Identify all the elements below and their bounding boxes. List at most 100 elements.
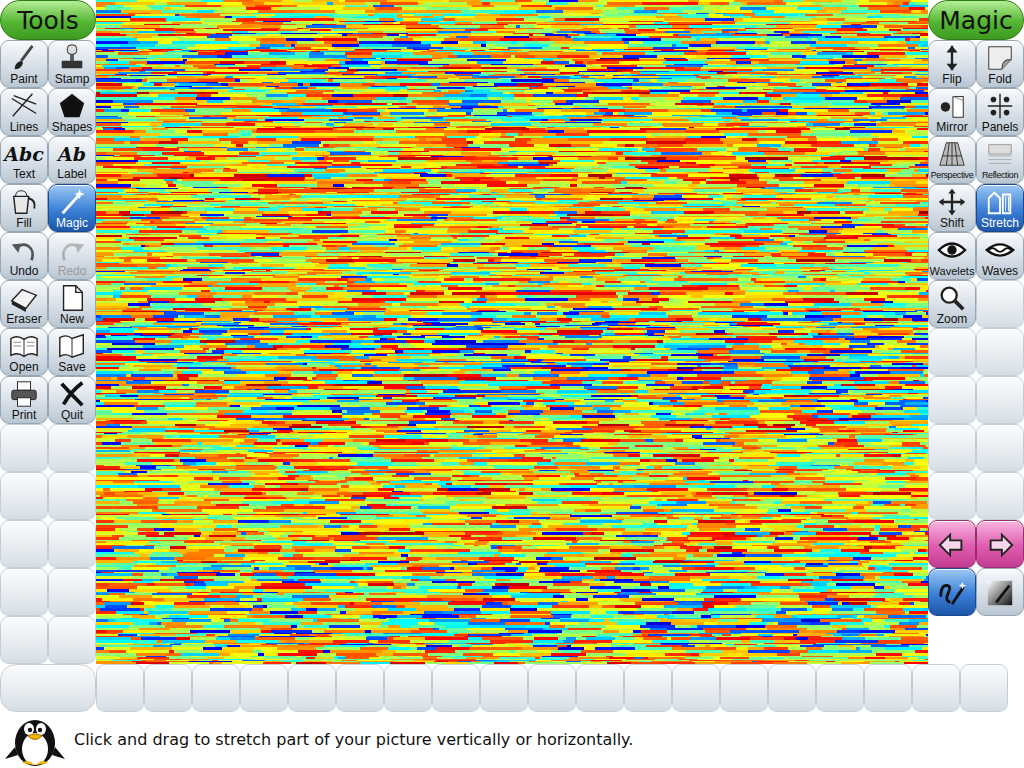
button-label: Lines <box>10 121 39 136</box>
empty-button <box>240 664 288 712</box>
tool-button[interactable]: Open <box>0 328 48 376</box>
empty-button <box>976 328 1024 376</box>
prev-page-button[interactable] <box>928 520 976 568</box>
fullscreen-mode-icon <box>984 578 1016 608</box>
empty-button <box>0 520 48 568</box>
magic-button[interactable]: Fold <box>976 40 1024 88</box>
tool-icon <box>984 91 1016 121</box>
button-label: Label <box>57 168 86 183</box>
empty-button <box>528 664 576 712</box>
tool-icon <box>936 283 968 313</box>
tool-button[interactable]: Fill <box>0 184 48 232</box>
empty-button <box>928 424 976 472</box>
glyph-text: Ab <box>58 140 86 168</box>
button-label: Wavelets <box>930 265 975 280</box>
button-label: Eraser <box>6 313 41 328</box>
tool-icon <box>936 235 968 265</box>
magic-button[interactable]: Mirror <box>928 88 976 136</box>
magic-button[interactable]: Shift <box>928 184 976 232</box>
empty-button <box>976 472 1024 520</box>
magic-button[interactable]: Panels <box>976 88 1024 136</box>
magic-button[interactable]: Stretch <box>976 184 1024 232</box>
tool-button[interactable]: Save <box>48 328 96 376</box>
tool-button[interactable]: Print <box>0 376 48 424</box>
button-label: Zoom <box>937 313 968 328</box>
button-label: Print <box>12 409 37 424</box>
empty-button <box>0 424 48 472</box>
tool-button[interactable]: AbLabel <box>48 136 96 184</box>
tool-button[interactable]: AbcText <box>0 136 48 184</box>
tool-icon <box>8 331 40 361</box>
empty-button <box>192 664 240 712</box>
button-label: New <box>60 313 84 328</box>
next-page-button[interactable] <box>976 520 1024 568</box>
tool-icon <box>56 43 88 73</box>
button-label: Undo <box>10 265 39 280</box>
magic-header: Magic <box>928 0 1024 40</box>
painting[interactable] <box>96 0 928 664</box>
tool-icon <box>984 187 1016 217</box>
tool-icon <box>8 187 40 217</box>
tools-header: Tools <box>0 0 96 40</box>
button-label: Save <box>58 361 85 376</box>
paint-mode-icon <box>936 578 968 608</box>
empty-button <box>624 664 672 712</box>
empty-button <box>48 568 96 616</box>
right-arrow-icon <box>984 530 1016 560</box>
tool-button[interactable]: Stamp <box>48 40 96 88</box>
tool-button[interactable]: New <box>48 280 96 328</box>
empty-button <box>576 664 624 712</box>
tool-button[interactable]: Lines <box>0 88 48 136</box>
empty-button <box>672 664 720 712</box>
empty-button <box>0 616 48 664</box>
tool-button[interactable]: Redo <box>48 232 96 280</box>
empty-button <box>928 376 976 424</box>
empty-button <box>0 568 48 616</box>
magic-button[interactable]: Flip <box>928 40 976 88</box>
tool-icon <box>56 187 88 217</box>
magic-button[interactable]: Perspective <box>928 136 976 184</box>
tool-icon <box>8 43 40 73</box>
tool-icon <box>8 91 40 121</box>
tool-icon <box>56 379 88 409</box>
tool-icon <box>936 91 968 121</box>
empty-button <box>816 664 864 712</box>
mode-button[interactable] <box>976 568 1024 616</box>
button-label: Open <box>9 361 38 376</box>
button-label: Flip <box>942 73 961 88</box>
magic-button[interactable]: Wavelets <box>928 232 976 280</box>
tool-icon <box>56 283 88 313</box>
button-label: Quit <box>61 409 83 424</box>
empty-button <box>960 664 1008 712</box>
button-label: Shift <box>940 217 964 232</box>
glyph-text: Abc <box>4 140 44 168</box>
tool-button[interactable]: Quit <box>48 376 96 424</box>
magic-button[interactable]: Waves <box>976 232 1024 280</box>
empty-button <box>96 664 144 712</box>
tools-panel: ToolsPaintStampLinesShapesAbcTextAbLabel… <box>0 0 96 664</box>
magic-button[interactable]: Reflection <box>976 136 1024 184</box>
mode-button[interactable] <box>928 568 976 616</box>
button-label: Mirror <box>936 121 967 136</box>
tool-button[interactable]: Eraser <box>0 280 48 328</box>
empty-button <box>336 664 384 712</box>
tool-button[interactable]: Paint <box>0 40 48 88</box>
empty-button <box>48 472 96 520</box>
tool-icon <box>936 187 968 217</box>
tool-button[interactable]: Shapes <box>48 88 96 136</box>
options-bar <box>0 664 1024 712</box>
empty-button <box>928 328 976 376</box>
tool-button[interactable]: Undo <box>0 232 48 280</box>
empty-button <box>976 424 1024 472</box>
glyph-icon: Ab <box>56 139 88 168</box>
tool-button[interactable]: Magic <box>48 184 96 232</box>
tool-icon <box>984 235 1016 265</box>
button-label: Shapes <box>52 121 93 136</box>
magic-button[interactable]: Zoom <box>928 280 976 328</box>
button-label: Magic <box>56 217 88 232</box>
drawing-canvas[interactable] <box>96 0 928 664</box>
left-arrow-icon <box>936 530 968 560</box>
empty-button <box>0 664 96 712</box>
status-bar: Click and drag to stretch part of your p… <box>0 712 1024 768</box>
empty-button <box>288 664 336 712</box>
